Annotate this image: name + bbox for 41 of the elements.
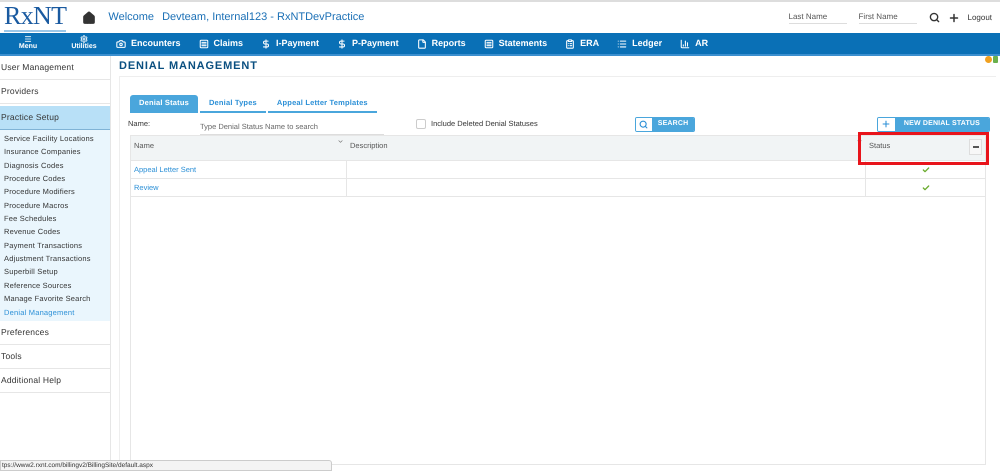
sidebar-section[interactable]: Preferences xyxy=(0,320,110,345)
list-icon xyxy=(617,38,628,48)
dollar-icon xyxy=(261,38,272,48)
bar-chart-icon xyxy=(680,38,690,48)
sidebar-section[interactable]: Additional Help xyxy=(0,368,110,393)
welcome-label: Welcome xyxy=(108,10,154,26)
page-title: DENIAL MANAGEMENT xyxy=(119,58,258,74)
dollar-icon xyxy=(337,38,348,48)
include-deleted-checkbox[interactable] xyxy=(416,119,426,129)
file-icon xyxy=(416,38,427,48)
menu-icon xyxy=(24,35,32,44)
plus-icon xyxy=(881,119,892,129)
help-icon[interactable] xyxy=(985,56,992,63)
add-icon[interactable] xyxy=(948,12,960,24)
user-practice-name: Devteam, Internal123 - RxNTDevPractice xyxy=(162,10,364,26)
clipboard-icon xyxy=(565,38,576,48)
nav-item[interactable]: AR xyxy=(680,36,708,50)
nav-item[interactable]: Ledger xyxy=(617,36,662,50)
column-menu-icon[interactable] xyxy=(969,139,982,155)
list-box-icon xyxy=(484,38,494,48)
gear-icon xyxy=(80,35,88,44)
sidebar-section[interactable]: Practice Setup xyxy=(0,106,110,130)
nav-item[interactable]: Claims xyxy=(198,36,244,50)
list-box-icon xyxy=(198,38,209,48)
nav-item[interactable]: Reports xyxy=(416,36,466,50)
nav-item[interactable]: ERA xyxy=(565,36,600,50)
first-name-field[interactable]: First Name xyxy=(858,11,917,24)
nav-item[interactable]: Encounters xyxy=(116,36,181,50)
sort-caret-icon[interactable] xyxy=(337,138,344,145)
sidebar-section[interactable]: Providers xyxy=(0,80,110,104)
last-name-field[interactable]: Last Name xyxy=(788,11,847,24)
search-icon xyxy=(639,120,648,128)
home-icon[interactable] xyxy=(82,10,96,24)
camera-icon xyxy=(116,38,126,48)
nav-item[interactable]: I-Payment xyxy=(261,36,320,50)
logout-link[interactable]: Logout xyxy=(968,12,992,24)
search-icon[interactable] xyxy=(928,12,940,23)
nav-item[interactable]: P-Payment xyxy=(337,36,399,50)
nav-item[interactable]: Statements xyxy=(484,36,548,50)
sidebar-section[interactable]: Tools xyxy=(0,344,110,369)
sidebar-section[interactable]: User Management xyxy=(0,56,110,80)
